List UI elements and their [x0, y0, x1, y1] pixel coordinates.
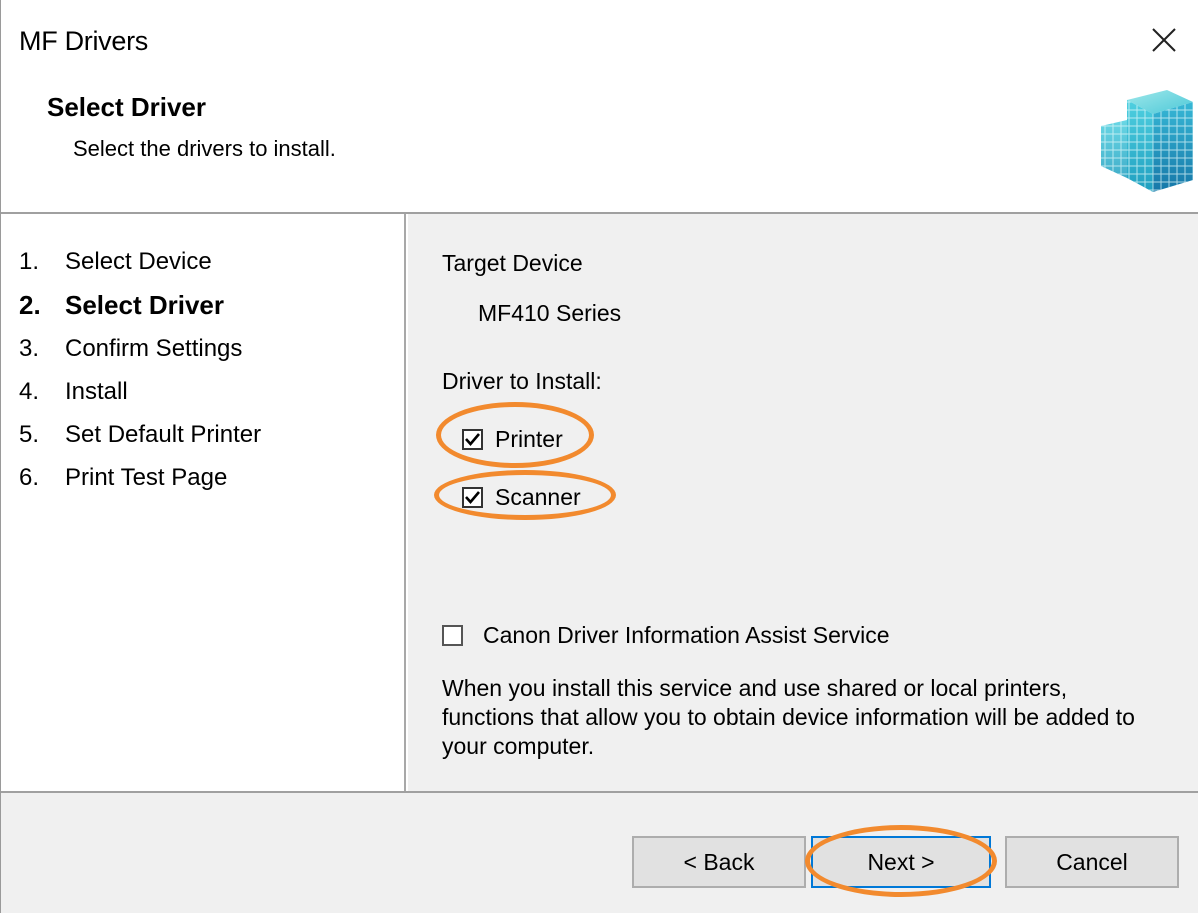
scanner-checkbox[interactable]	[462, 487, 483, 508]
step-label: Select Device	[65, 248, 212, 275]
page-title: Select Driver	[47, 92, 206, 122]
installer-window: MF Drivers Select Driver Select the driv…	[0, 0, 1198, 913]
step-label: Install	[65, 378, 128, 405]
target-device-value: MF410 Series	[478, 300, 622, 326]
driver-to-install-label: Driver to Install:	[442, 368, 602, 394]
next-button[interactable]: Next >	[811, 836, 991, 888]
step-item-active: 2. Select Driver	[19, 290, 224, 321]
step-label: Set Default Printer	[65, 421, 262, 448]
cube-blocks-icon	[1101, 90, 1193, 192]
wizard-header: Select Driver Select the drivers to inst…	[1, 82, 1198, 212]
cancel-button[interactable]: Cancel	[1005, 836, 1179, 888]
printer-checkbox-label: Printer	[495, 426, 563, 452]
printer-checkbox[interactable]	[462, 429, 483, 450]
step-item: 5. Set Default Printer	[19, 421, 261, 449]
step-label: Confirm Settings	[65, 335, 243, 362]
assist-service-checkbox-row[interactable]: Canon Driver Information Assist Service	[442, 622, 890, 649]
steps-pane: 1. Select Device 2. Select Driver 3. Con…	[1, 214, 406, 791]
step-number: 6.	[19, 464, 40, 491]
step-number: 1.	[19, 248, 40, 275]
step-label: Select Driver	[65, 290, 224, 320]
checkmark-icon	[465, 491, 480, 504]
step-item: 1. Select Device	[19, 248, 212, 276]
step-number: 4.	[19, 378, 40, 405]
step-number: 3.	[19, 335, 40, 362]
step-item: 4. Install	[19, 378, 128, 406]
page-subtitle: Select the drivers to install.	[73, 136, 336, 161]
assist-service-label: Canon Driver Information Assist Service	[483, 622, 890, 648]
button-bar: < Back Next > Cancel	[1, 791, 1198, 913]
checkmark-icon	[465, 433, 480, 446]
driver-selection-pane: Target Device MF410 Series Driver to Ins…	[408, 214, 1198, 791]
step-number: 5.	[19, 421, 40, 448]
step-label: Print Test Page	[65, 464, 228, 491]
close-button[interactable]	[1129, 10, 1198, 70]
back-button[interactable]: < Back	[632, 836, 806, 888]
window-title: MF Drivers	[19, 26, 148, 56]
step-item: 6. Print Test Page	[19, 464, 227, 492]
assist-service-checkbox[interactable]	[442, 625, 463, 646]
step-item: 3. Confirm Settings	[19, 335, 242, 363]
close-icon	[1152, 28, 1176, 52]
step-number: 2.	[19, 290, 41, 320]
scanner-checkbox-label: Scanner	[495, 484, 581, 510]
title-bar: MF Drivers	[1, 0, 1198, 82]
scanner-driver-checkbox-row[interactable]: Scanner	[462, 484, 581, 511]
target-device-label: Target Device	[442, 250, 583, 276]
printer-driver-checkbox-row[interactable]: Printer	[462, 426, 563, 453]
assist-service-description: When you install this service and use sh…	[442, 675, 1135, 759]
